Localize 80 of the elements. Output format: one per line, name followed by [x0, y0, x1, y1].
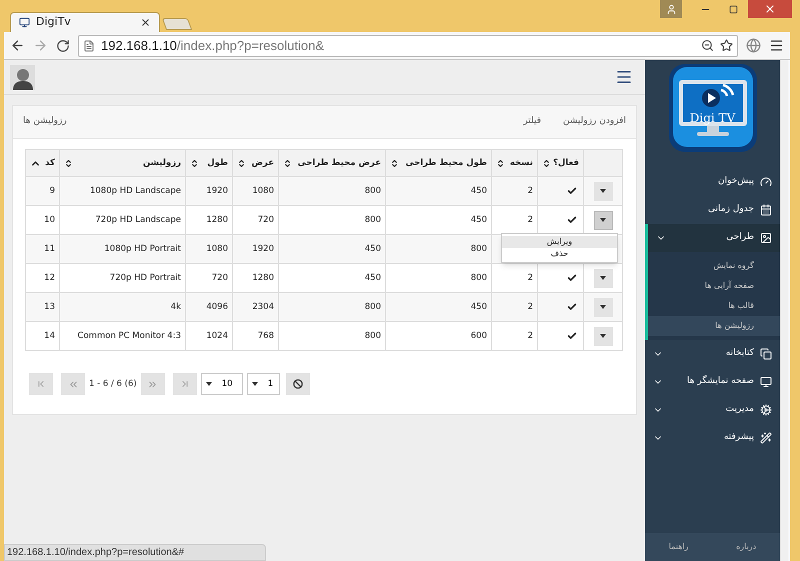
- menu-item[interactable]: ویرایش: [502, 236, 617, 248]
- panel-link[interactable]: فیلتر: [523, 115, 542, 129]
- gear-icon: [760, 404, 772, 416]
- sidebar-item[interactable]: جدول زمانی: [645, 196, 780, 224]
- column-header[interactable]: کد: [45, 156, 55, 170]
- avatar[interactable]: [10, 64, 35, 90]
- caret-icon: [600, 305, 606, 309]
- menu-icon[interactable]: [769, 38, 784, 53]
- url-path: /index.php?p=resolution&: [176, 38, 324, 53]
- sidebar-item[interactable]: کتابخانه: [645, 340, 780, 368]
- tv-icon: [19, 17, 30, 28]
- reset-button[interactable]: [286, 373, 310, 395]
- star-icon[interactable]: [720, 39, 733, 52]
- menu-icon[interactable]: [615, 68, 633, 86]
- column-header[interactable]: رزولیشن: [142, 156, 181, 170]
- table-cell: Common PC Monitor 4:3: [60, 322, 186, 350]
- table-cell: 768: [232, 322, 278, 350]
- globe-icon[interactable]: [746, 38, 761, 53]
- copy-icon: [760, 348, 772, 360]
- sidebar-item[interactable]: پیش‌خوان: [645, 168, 780, 196]
- close-window-button[interactable]: [748, 0, 792, 18]
- caret-icon: [600, 218, 606, 222]
- close-icon[interactable]: [140, 17, 151, 28]
- sidebar-subitem[interactable]: قالب ها: [648, 296, 780, 316]
- browser-tab[interactable]: DigiTv: [10, 12, 160, 32]
- logo-icon: [666, 62, 758, 154]
- caret-icon: [600, 189, 606, 193]
- double-chevron-right-icon: [147, 378, 158, 390]
- maximize-icon: [728, 4, 738, 14]
- image-icon: [760, 232, 772, 244]
- sidebar-item[interactable]: طراحی: [648, 224, 780, 252]
- table-cell: 2: [492, 322, 538, 350]
- address-bar[interactable]: 192.168.1.10/index.php?p=resolution&: [78, 34, 738, 56]
- logo-text: Digi TV: [688, 110, 736, 127]
- sidebar-footer-link[interactable]: راهنما: [668, 541, 689, 553]
- gauge-icon: [760, 176, 772, 188]
- panel-title: رزولیشن ها: [23, 115, 67, 128]
- reload-icon[interactable]: [56, 38, 70, 52]
- back-icon[interactable]: [10, 38, 25, 53]
- row-menu-button[interactable]: [594, 326, 612, 346]
- sidebar-item[interactable]: صفحه نمایشگر ها: [645, 368, 780, 396]
- sidebar-footer-link[interactable]: درباره: [736, 541, 756, 553]
- first-page-icon: [36, 379, 46, 389]
- table-cell: 600: [386, 322, 492, 350]
- menu-item[interactable]: حذف: [502, 248, 617, 260]
- url-host: 192.168.1.10: [101, 38, 177, 53]
- row-menu-button[interactable]: [594, 268, 612, 288]
- caret-icon: [206, 382, 212, 386]
- table-cell: 800: [278, 322, 386, 350]
- page-summary: 1 - 6 / 6 (6): [89, 378, 137, 390]
- caret-icon: [252, 382, 258, 386]
- page-size-select[interactable]: 10: [200, 373, 243, 395]
- last-page-icon: [180, 379, 190, 389]
- page-select[interactable]: 1: [246, 373, 280, 395]
- page-icon: [83, 40, 95, 52]
- row-menu-button[interactable]: [594, 182, 612, 200]
- close-icon: [764, 3, 776, 15]
- ban-icon: [292, 379, 303, 389]
- caret-icon: [600, 276, 606, 280]
- table-cell: 14: [26, 322, 60, 350]
- wand-icon: [760, 432, 772, 444]
- sidebar-subitem[interactable]: گروه نمایش: [648, 256, 780, 276]
- calendar-icon: [760, 204, 772, 216]
- sidebar-item[interactable]: پیشرفته: [645, 424, 780, 452]
- status-bar: 192.168.1.10/index.php?p=resolution&#: [4, 544, 266, 561]
- caret-icon: [600, 334, 606, 338]
- table-cell: 1024: [186, 322, 232, 350]
- sidebar-subitem[interactable]: رزولیشن ها: [648, 316, 780, 336]
- panel-link[interactable]: افزودن رزولیشن: [563, 115, 626, 129]
- tab-title: DigiTv: [36, 14, 72, 30]
- sidebar-subitem[interactable]: صفحه آرایی ها: [648, 276, 780, 296]
- row-menu-button[interactable]: [594, 298, 612, 316]
- double-chevron-left-icon: [68, 378, 78, 390]
- sidebar-item[interactable]: مدیریت: [645, 396, 780, 424]
- profile-button[interactable]: [660, 0, 682, 18]
- person-icon: [666, 4, 676, 14]
- monitor-icon: [760, 376, 772, 388]
- scrollbar[interactable]: [780, 60, 788, 561]
- row-menu-button[interactable]: [594, 210, 612, 230]
- zoom-icon[interactable]: [701, 39, 714, 52]
